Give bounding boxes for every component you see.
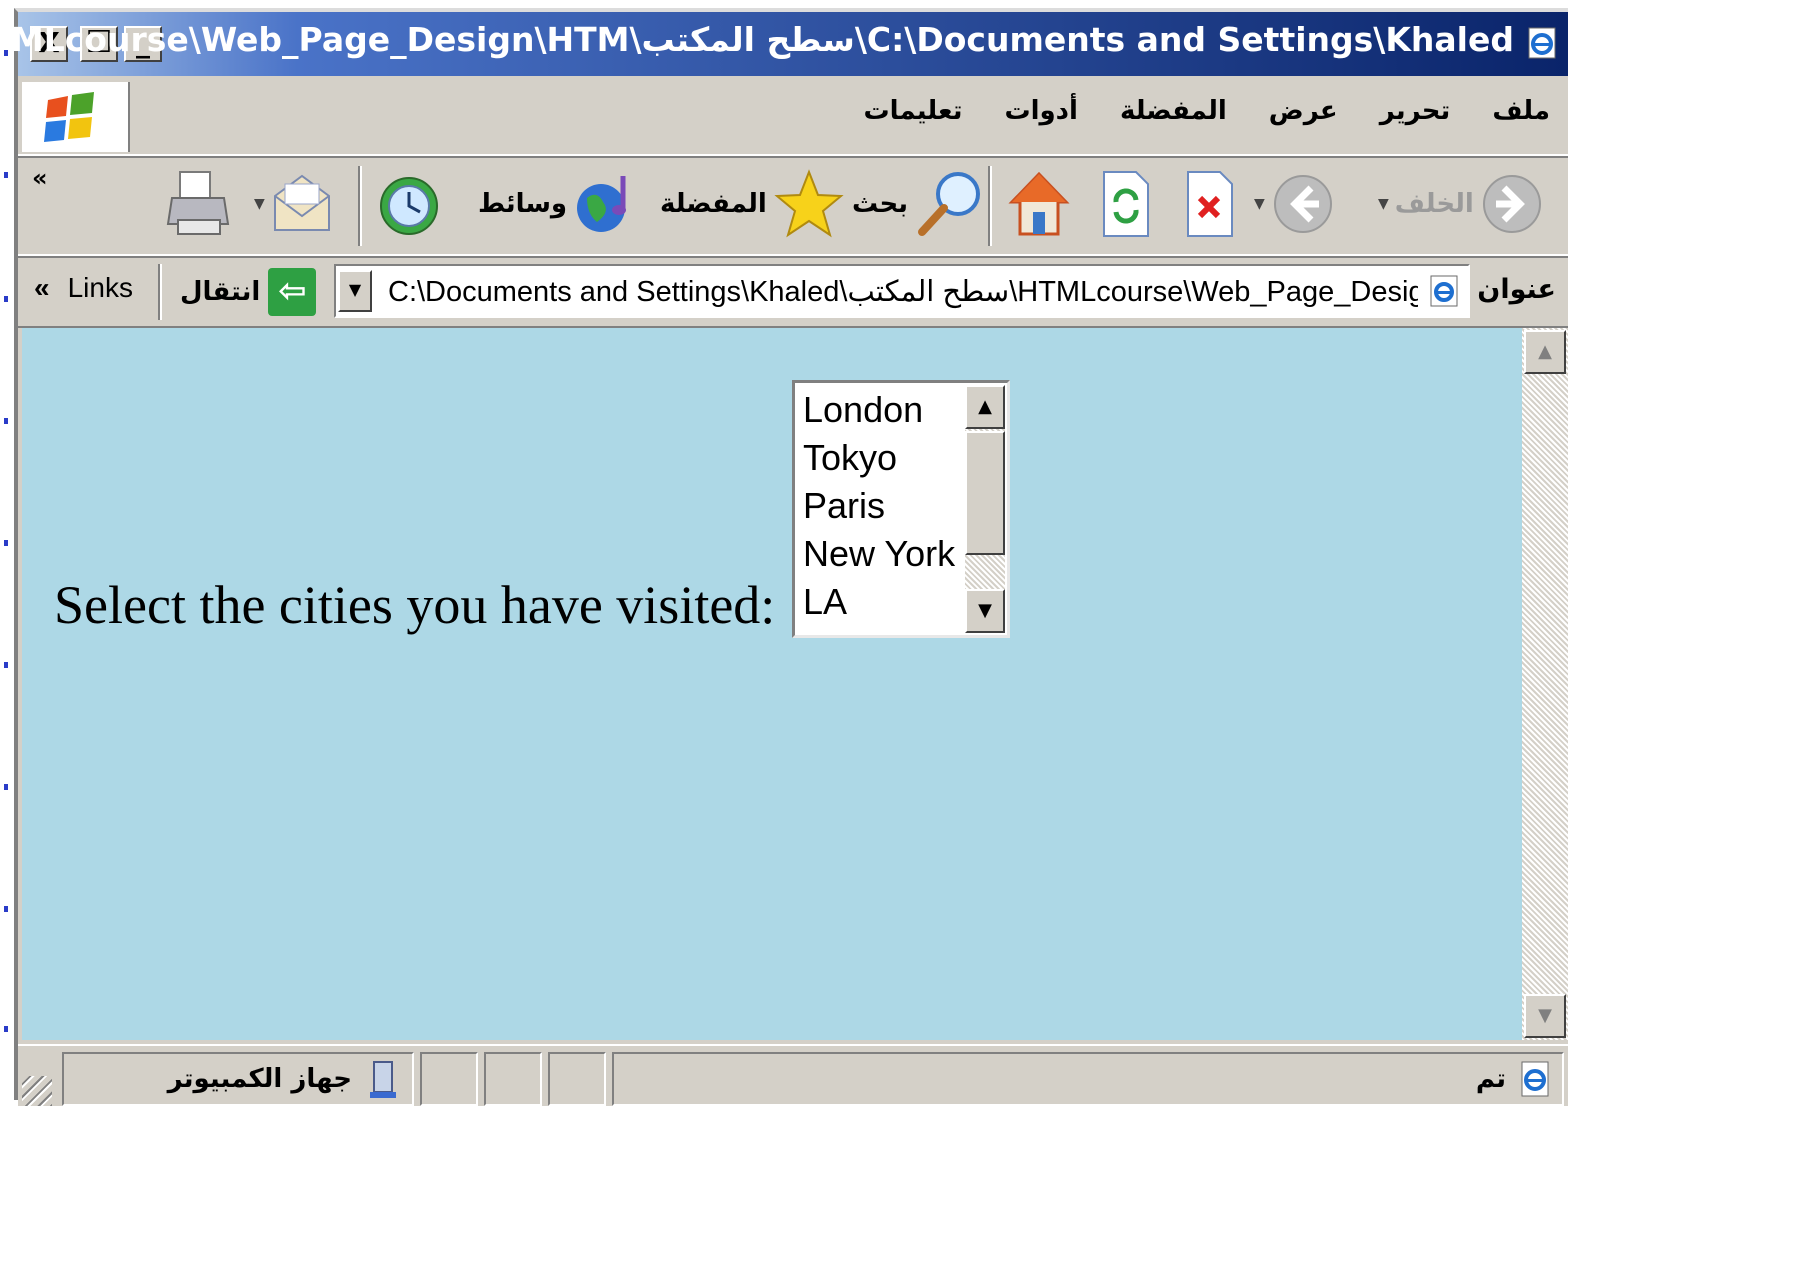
- menu-items: ملف تحرير عرض المفضلة أدوات تعليمات: [863, 96, 1550, 126]
- history-clock-icon: [380, 177, 438, 235]
- favorites-label: المفضلة: [660, 189, 767, 219]
- toolbar-separator: [988, 166, 992, 246]
- home-icon: [1008, 171, 1070, 236]
- refresh-icon: [1103, 171, 1149, 237]
- links-chevron[interactable]: «: [34, 272, 50, 303]
- city-option[interactable]: LA: [803, 581, 847, 623]
- title-bar[interactable]: X ☐ _ ...HTMLcourse\Web_Page_Design\HTM\…: [0, 12, 1568, 76]
- address-input[interactable]: ▼ C:\Documents and Settings\Khaled\سطح ا…: [334, 264, 1470, 318]
- resize-grip[interactable]: [22, 1076, 52, 1106]
- back-label: الخلف: [1394, 189, 1474, 219]
- page-scroll-down-icon[interactable]: ▼: [1524, 994, 1566, 1038]
- toolbar-chevron[interactable]: «: [32, 164, 48, 192]
- mail-envelope-icon: [273, 174, 330, 231]
- go-button[interactable]: انتقال ⇦: [180, 268, 317, 316]
- links-toolbar[interactable]: « Links: [34, 272, 133, 304]
- stop-icon: [1187, 171, 1233, 237]
- favorites-star-icon: [774, 169, 844, 238]
- back-button[interactable]: ▼ الخلف: [1378, 168, 1544, 240]
- menu-view[interactable]: عرض: [1269, 96, 1338, 126]
- ie-page-icon: [1521, 1061, 1549, 1097]
- home-button[interactable]: [1008, 168, 1070, 240]
- menu-help[interactable]: تعليمات: [863, 96, 962, 126]
- address-bar: « Links انتقال ⇦ ▼ C:\Documents and Setti…: [18, 256, 1568, 328]
- status-bar: جهاز الكمبيوتر تم: [18, 1044, 1568, 1106]
- address-label: عنوان: [1477, 274, 1556, 305]
- links-separator: [158, 264, 162, 320]
- media-button[interactable]: وسائط: [478, 168, 639, 240]
- links-label[interactable]: Links: [68, 272, 133, 303]
- search-button[interactable]: بحث: [852, 168, 986, 240]
- city-option[interactable]: London: [803, 389, 923, 431]
- address-dropdown-arrow-icon[interactable]: ▼: [338, 270, 372, 312]
- status-cell: [420, 1052, 478, 1106]
- search-label: بحث: [852, 189, 909, 219]
- my-computer-icon: [370, 1061, 396, 1098]
- status-cell: [484, 1052, 542, 1106]
- cities-listbox[interactable]: London Tokyo Paris New York LA ▲ ▼: [792, 380, 1010, 638]
- go-label: انتقال: [180, 277, 261, 307]
- toolbar-separator: [358, 166, 362, 246]
- standard-toolbar: « ▼ وسائط المفضلة بحث ▼ ▼ الخلف: [18, 156, 1568, 256]
- menu-favorites[interactable]: المفضلة: [1120, 96, 1227, 126]
- stop-button[interactable]: [1182, 168, 1238, 240]
- listbox-scroll-thumb[interactable]: [965, 431, 1005, 555]
- media-globe-icon: [577, 176, 627, 232]
- menu-edit[interactable]: تحرير: [1380, 96, 1451, 126]
- page-content: Select the cities you have visited: Lond…: [22, 328, 1522, 1040]
- city-option[interactable]: Tokyo: [803, 437, 897, 479]
- refresh-button[interactable]: [1098, 168, 1154, 240]
- listbox-scroll-down-icon[interactable]: ▼: [965, 589, 1005, 633]
- print-button[interactable]: [166, 168, 232, 240]
- browser-window: X ☐ _ ...HTMLcourse\Web_Page_Design\HTM\…: [0, 8, 1568, 1106]
- search-magnifier-icon: [918, 172, 981, 236]
- back-dropdown-arrow-icon[interactable]: ▼: [1378, 196, 1389, 212]
- forward-button[interactable]: ▼: [1254, 168, 1335, 240]
- back-arrow-icon: [1482, 175, 1541, 233]
- status-zone: جهاز الكمبيوتر: [62, 1052, 414, 1106]
- menu-bar: ملف تحرير عرض المفضلة أدوات تعليمات: [18, 80, 1568, 156]
- status-text: تم: [1475, 1064, 1506, 1094]
- address-url[interactable]: C:\Documents and Settings\Khaled\سطح الم…: [388, 274, 1418, 309]
- forward-arrow-icon: [1273, 175, 1332, 233]
- ie-page-icon: [1528, 27, 1556, 59]
- desktop-edge: [0, 0, 8, 1100]
- mail-dropdown-arrow-icon[interactable]: ▼: [254, 196, 265, 212]
- status-cell: [548, 1052, 606, 1106]
- listbox-scroll-up-icon[interactable]: ▲: [965, 385, 1005, 429]
- window-title: ...HTMLcourse\Web_Page_Design\HTM\سطح ال…: [0, 20, 1514, 59]
- favorites-button[interactable]: المفضلة: [660, 168, 845, 240]
- listbox-scrollbar[interactable]: ▲ ▼: [965, 385, 1005, 633]
- forward-dropdown-arrow-icon[interactable]: ▼: [1254, 196, 1265, 212]
- windows-flag-icon: [44, 92, 94, 142]
- status-main: تم: [612, 1052, 1564, 1106]
- page-scroll-up-icon[interactable]: ▲: [1524, 330, 1566, 374]
- history-button[interactable]: [376, 168, 442, 240]
- menu-tools[interactable]: أدوات: [1004, 96, 1077, 126]
- city-option[interactable]: New York: [803, 533, 955, 575]
- windows-logo: [22, 82, 130, 152]
- printer-icon: [166, 171, 230, 235]
- go-arrow-icon: ⇦: [268, 268, 317, 316]
- menu-file[interactable]: ملف: [1492, 96, 1550, 126]
- zone-text: جهاز الكمبيوتر: [167, 1064, 352, 1094]
- city-option[interactable]: Paris: [803, 485, 885, 527]
- mail-button[interactable]: ▼: [254, 168, 333, 240]
- media-label: وسائط: [478, 189, 568, 219]
- ie-page-icon: [1430, 275, 1458, 307]
- page-scrollbar[interactable]: ▲ ▼: [1522, 328, 1568, 1040]
- visited-cities-prompt: Select the cities you have visited:: [54, 575, 776, 635]
